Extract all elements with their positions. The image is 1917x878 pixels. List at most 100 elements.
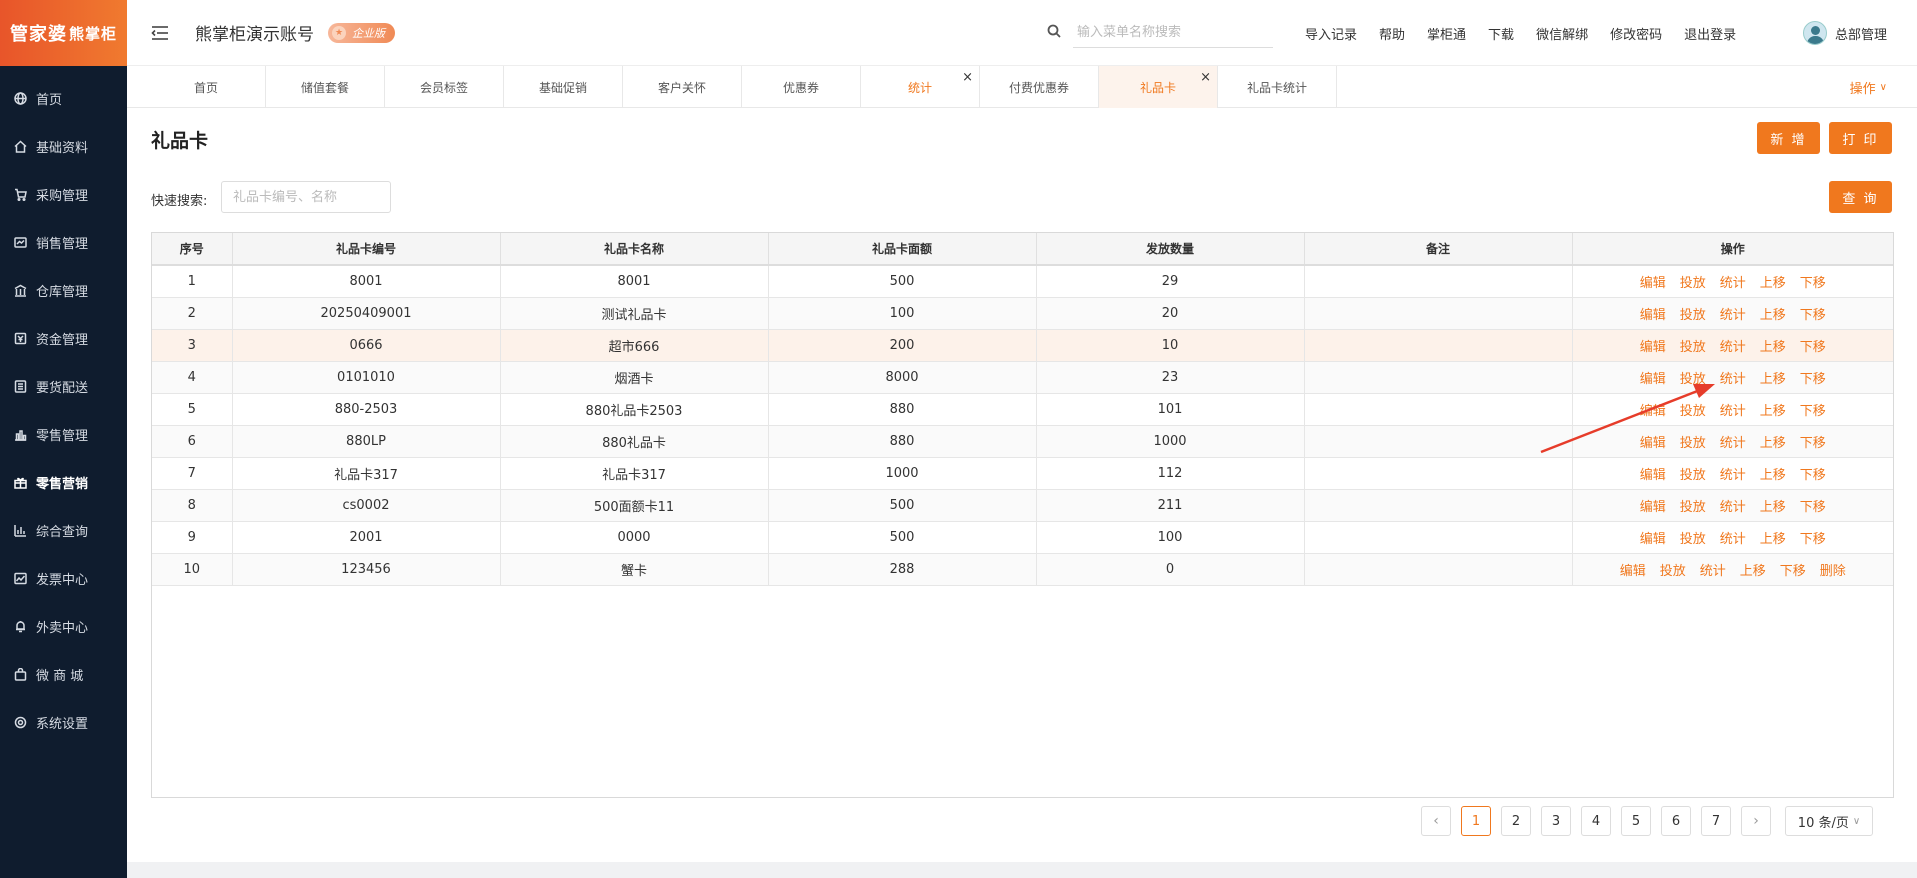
tab-2[interactable]: 会员标签 [385, 66, 504, 108]
row-action-link[interactable]: 编辑 [1620, 564, 1646, 579]
next-page-button[interactable]: › [1741, 806, 1771, 836]
table-row[interactable]: 1 8001 8001 500 29 编辑 投放 统计 上移 下移 [152, 265, 1893, 298]
row-action-link[interactable]: 下移 [1800, 436, 1826, 451]
page-button-1[interactable]: 1 [1461, 806, 1491, 836]
row-action-link[interactable]: 统计 [1720, 372, 1746, 387]
table-row[interactable]: 6 880LP 880礼品卡 880 1000 编辑 投放 统计 上移 下移 [152, 425, 1893, 458]
sidebar-item-0[interactable]: 首页 [0, 74, 127, 122]
row-action-link[interactable]: 统计 [1700, 564, 1726, 579]
table-row[interactable]: 2 20250409001 测试礼品卡 100 20 编辑 投放 统计 上移 下移 [152, 297, 1893, 330]
sidebar-item-7[interactable]: 零售管理 [0, 410, 127, 458]
sidebar-item-3[interactable]: 销售管理 [0, 218, 127, 266]
page-button-5[interactable]: 5 [1621, 806, 1651, 836]
header-link-3[interactable]: 下载 [1488, 24, 1514, 43]
avatar[interactable] [1802, 21, 1827, 45]
sidebar-item-6[interactable]: 要货配送 [0, 362, 127, 410]
table-row[interactable]: 9 2001 0000 500 100 编辑 投放 统计 上移 下移 [152, 521, 1893, 554]
row-action-link[interactable]: 下移 [1800, 372, 1826, 387]
row-action-link[interactable]: 编辑 [1640, 404, 1666, 419]
app-logo[interactable]: 管家婆 熊掌柜 [0, 0, 127, 66]
row-action-link[interactable]: 下移 [1800, 340, 1826, 355]
tab-5[interactable]: 优惠券 [742, 66, 861, 108]
query-button[interactable]: 查 询 [1829, 181, 1892, 213]
sidebar-item-4[interactable]: 仓库管理 [0, 266, 127, 314]
header-link-6[interactable]: 退出登录 [1684, 24, 1736, 43]
row-action-link[interactable]: 下移 [1800, 468, 1826, 483]
sidebar-item-5[interactable]: 资金管理 [0, 314, 127, 362]
tab-1[interactable]: 储值套餐 [266, 66, 385, 108]
row-action-link[interactable]: 统计 [1720, 404, 1746, 419]
add-button[interactable]: 新 增 [1757, 122, 1820, 154]
close-icon[interactable]: × [962, 70, 973, 85]
sidebar-item-1[interactable]: 基础资料 [0, 122, 127, 170]
sidebar-item-12[interactable]: 微 商 城 [0, 650, 127, 698]
table-row[interactable]: 3 0666 超市666 200 10 编辑 投放 统计 上移 下移 [152, 329, 1893, 362]
row-action-link[interactable]: 投放 [1680, 276, 1706, 291]
row-action-link[interactable]: 投放 [1680, 532, 1706, 547]
row-action-link[interactable]: 编辑 [1640, 276, 1666, 291]
row-action-link[interactable]: 投放 [1680, 436, 1706, 451]
row-action-link[interactable]: 下移 [1800, 532, 1826, 547]
tab-8[interactable]: 礼品卡 × [1099, 66, 1218, 108]
row-action-link[interactable]: 下移 [1800, 276, 1826, 291]
row-action-link[interactable]: 上移 [1760, 276, 1786, 291]
row-action-link[interactable]: 编辑 [1640, 468, 1666, 483]
page-button-2[interactable]: 2 [1501, 806, 1531, 836]
table-row[interactable]: 10 123456 蟹卡 288 0 编辑 投放 统计 上移 下移 删除 [152, 553, 1893, 586]
row-action-link[interactable]: 上移 [1740, 564, 1766, 579]
row-action-link[interactable]: 统计 [1720, 436, 1746, 451]
user-menu[interactable]: 总部管理 [1802, 0, 1887, 66]
row-action-link[interactable]: 上移 [1760, 308, 1786, 323]
row-action-link[interactable]: 投放 [1680, 340, 1706, 355]
row-action-link[interactable]: 上移 [1760, 372, 1786, 387]
prev-page-button[interactable]: ‹ [1421, 806, 1451, 836]
sidebar-item-8[interactable]: 零售营销 [0, 458, 127, 506]
row-action-link[interactable]: 投放 [1680, 372, 1706, 387]
close-icon[interactable]: × [1200, 70, 1211, 85]
row-action-link[interactable]: 投放 [1680, 500, 1706, 515]
tab-6[interactable]: 统计 × [861, 66, 980, 108]
row-action-link[interactable]: 上移 [1760, 340, 1786, 355]
table-row[interactable]: 5 880-2503 880礼品卡2503 880 101 编辑 投放 统计 上移 下移 [152, 393, 1893, 426]
row-action-link[interactable]: 下移 [1780, 564, 1806, 579]
row-action-link[interactable]: 编辑 [1640, 532, 1666, 547]
header-link-2[interactable]: 掌柜通 [1427, 24, 1466, 43]
row-action-link[interactable]: 投放 [1680, 308, 1706, 323]
row-action-link[interactable]: 统计 [1720, 532, 1746, 547]
row-action-link[interactable]: 投放 [1660, 564, 1686, 579]
page-size-select[interactable]: 10 条/页 ∨ [1785, 806, 1873, 836]
row-action-link[interactable]: 统计 [1720, 340, 1746, 355]
row-action-link[interactable]: 删除 [1820, 564, 1846, 579]
row-action-link[interactable]: 上移 [1760, 500, 1786, 515]
header-link-0[interactable]: 导入记录 [1305, 24, 1357, 43]
row-action-link[interactable]: 编辑 [1640, 308, 1666, 323]
row-action-link[interactable]: 上移 [1760, 468, 1786, 483]
print-button[interactable]: 打 印 [1829, 122, 1892, 154]
header-link-1[interactable]: 帮助 [1379, 24, 1405, 43]
page-button-6[interactable]: 6 [1661, 806, 1691, 836]
row-action-link[interactable]: 编辑 [1640, 372, 1666, 387]
tab-4[interactable]: 客户关怀 [623, 66, 742, 108]
row-action-link[interactable]: 投放 [1680, 468, 1706, 483]
row-action-link[interactable]: 统计 [1720, 500, 1746, 515]
row-action-link[interactable]: 下移 [1800, 404, 1826, 419]
tab-3[interactable]: 基础促销 [504, 66, 623, 108]
page-button-3[interactable]: 3 [1541, 806, 1571, 836]
tab-0[interactable]: 首页 [147, 66, 266, 108]
sidebar-item-13[interactable]: 系统设置 [0, 698, 127, 746]
row-action-link[interactable]: 统计 [1720, 276, 1746, 291]
page-button-7[interactable]: 7 [1701, 806, 1731, 836]
row-action-link[interactable]: 下移 [1800, 500, 1826, 515]
row-action-link[interactable]: 编辑 [1640, 340, 1666, 355]
tab-7[interactable]: 付费优惠券 [980, 66, 1099, 108]
table-row[interactable]: 4 0101010 烟酒卡 8000 23 编辑 投放 统计 上移 下移 [152, 361, 1893, 394]
header-link-4[interactable]: 微信解绑 [1536, 24, 1588, 43]
sidebar-item-10[interactable]: 发票中心 [0, 554, 127, 602]
header-link-5[interactable]: 修改密码 [1610, 24, 1662, 43]
row-action-link[interactable]: 投放 [1680, 404, 1706, 419]
tab-9[interactable]: 礼品卡统计 [1218, 66, 1337, 108]
row-action-link[interactable]: 上移 [1760, 436, 1786, 451]
sidebar-item-9[interactable]: 综合查询 [0, 506, 127, 554]
tabs-action-dropdown[interactable]: 操作 ∨ [1850, 66, 1887, 108]
menu-search-input[interactable] [1073, 18, 1273, 48]
